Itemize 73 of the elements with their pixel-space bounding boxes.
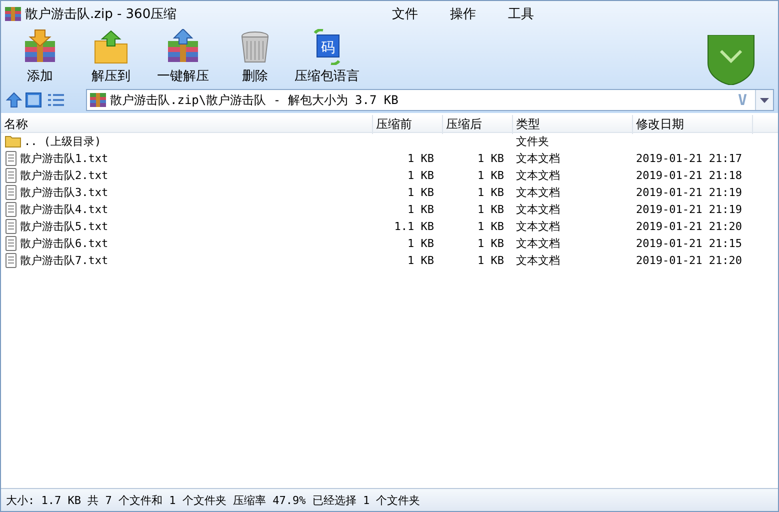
table-cell-text: 1 KB	[476, 254, 505, 267]
toolbar-button[interactable]: 解压到	[75, 27, 147, 87]
folder-extract-icon	[93, 29, 129, 65]
status-text: 大小: 1.7 KB 共 7 个文件和 1 个文件夹 压缩率 47.9% 已经选择 1 个文件夹	[6, 492, 420, 508]
dropdown-button[interactable]	[755, 90, 773, 110]
toolbar-button[interactable]: 一键解压	[147, 27, 219, 87]
table-cell-text: 文本文档	[515, 168, 561, 183]
file-name[interactable]: 散户游击队6.txt	[20, 236, 108, 251]
archive-icon	[90, 93, 106, 107]
menu-item[interactable]: 操作	[448, 5, 478, 23]
column-header[interactable]: 压缩后	[443, 115, 513, 134]
caret-icon	[760, 98, 769, 102]
file-name[interactable]: 散户游击队4.txt	[20, 202, 108, 217]
address-suffix: V	[736, 91, 748, 109]
table-cell-text: 2019-01-21 21:20	[635, 254, 743, 267]
text-file-icon	[5, 253, 17, 268]
address-bar[interactable]: 散户游击队.zip\散户游击队 - 解包大小为 3.7 KB V	[86, 89, 774, 111]
table-cell-text: 1 KB	[406, 237, 435, 250]
menu-item[interactable]: 工具	[506, 5, 536, 23]
file-name[interactable]: .. (上级目录)	[24, 134, 102, 149]
table-cell-text: 2019-01-21 21:15	[635, 237, 743, 250]
table-cell-text: 1 KB	[476, 220, 505, 233]
table-cell-text: 1 KB	[406, 254, 435, 267]
menu-item[interactable]: 文件	[390, 5, 420, 23]
archive-add-icon	[22, 29, 58, 65]
archive-extract-icon	[165, 29, 201, 65]
shield-icon	[706, 35, 756, 85]
toolbar-button[interactable]: 添加	[5, 27, 75, 87]
text-file-icon	[5, 185, 17, 200]
table-cell-text: 1 KB	[406, 169, 435, 182]
table-cell-text: 2019-01-21 21:19	[635, 186, 743, 199]
file-name[interactable]: 散户游击队7.txt	[20, 253, 108, 268]
table-cell-text: 1.1 KB	[393, 220, 435, 233]
table-cell-text: 1 KB	[406, 186, 435, 199]
table-cell-text: 文本文档	[515, 236, 561, 251]
table-cell-text: 2019-01-21 21:18	[635, 169, 743, 182]
table-cell-text: 文本文档	[515, 219, 561, 234]
table-cell-text: 文本文档	[515, 185, 561, 200]
file-name[interactable]: 散户游击队5.txt	[20, 219, 108, 234]
text-file-icon	[5, 168, 17, 183]
table-cell-text: 1 KB	[476, 169, 505, 182]
table-cell-text: 1 KB	[476, 203, 505, 216]
table-cell-text: 文件夹	[515, 134, 550, 149]
text-file-icon	[5, 151, 17, 166]
column-header[interactable]: 修改日期	[633, 115, 753, 134]
table-cell-text: 2019-01-21 21:19	[635, 203, 743, 216]
table-cell-text: 2019-01-21 21:20	[635, 220, 743, 233]
table-cell-text: 2019-01-21 21:17	[635, 152, 743, 165]
table-cell-text: 1 KB	[476, 152, 505, 165]
table-cell-text: 1 KB	[476, 186, 505, 199]
table-cell-text: 文本文档	[515, 253, 561, 268]
toolbar-button[interactable]: 码 压缩包语言	[291, 27, 363, 87]
column-header[interactable]: 名称	[1, 115, 373, 134]
text-file-icon	[5, 202, 17, 217]
text-file-icon	[5, 219, 17, 234]
file-name[interactable]: 散户游击队1.txt	[20, 151, 108, 166]
archive-icon	[5, 7, 21, 21]
up-arrow-icon[interactable]	[5, 91, 23, 109]
table-cell-text: 文本文档	[515, 151, 561, 166]
table-cell-text: 文本文档	[515, 202, 561, 217]
window-title: 散户游击队.zip - 360压缩	[25, 6, 177, 23]
file-name[interactable]: 散户游击队2.txt	[20, 168, 108, 183]
column-header[interactable]: 压缩前	[373, 115, 443, 134]
table-cell-text: 1 KB	[406, 152, 435, 165]
table-cell-text: 1 KB	[476, 237, 505, 250]
folder-icon	[5, 135, 21, 148]
toolbar-button[interactable]: 删除	[219, 27, 291, 87]
list-view-icon[interactable]	[45, 91, 67, 109]
file-name[interactable]: 散户游击队3.txt	[20, 185, 108, 200]
text-file-icon	[5, 236, 17, 251]
column-header[interactable]: 类型	[513, 115, 633, 134]
table-cell-text: 1 KB	[406, 203, 435, 216]
address-text[interactable]: 散户游击队.zip\散户游击队 - 解包大小为 3.7 KB	[110, 92, 730, 108]
